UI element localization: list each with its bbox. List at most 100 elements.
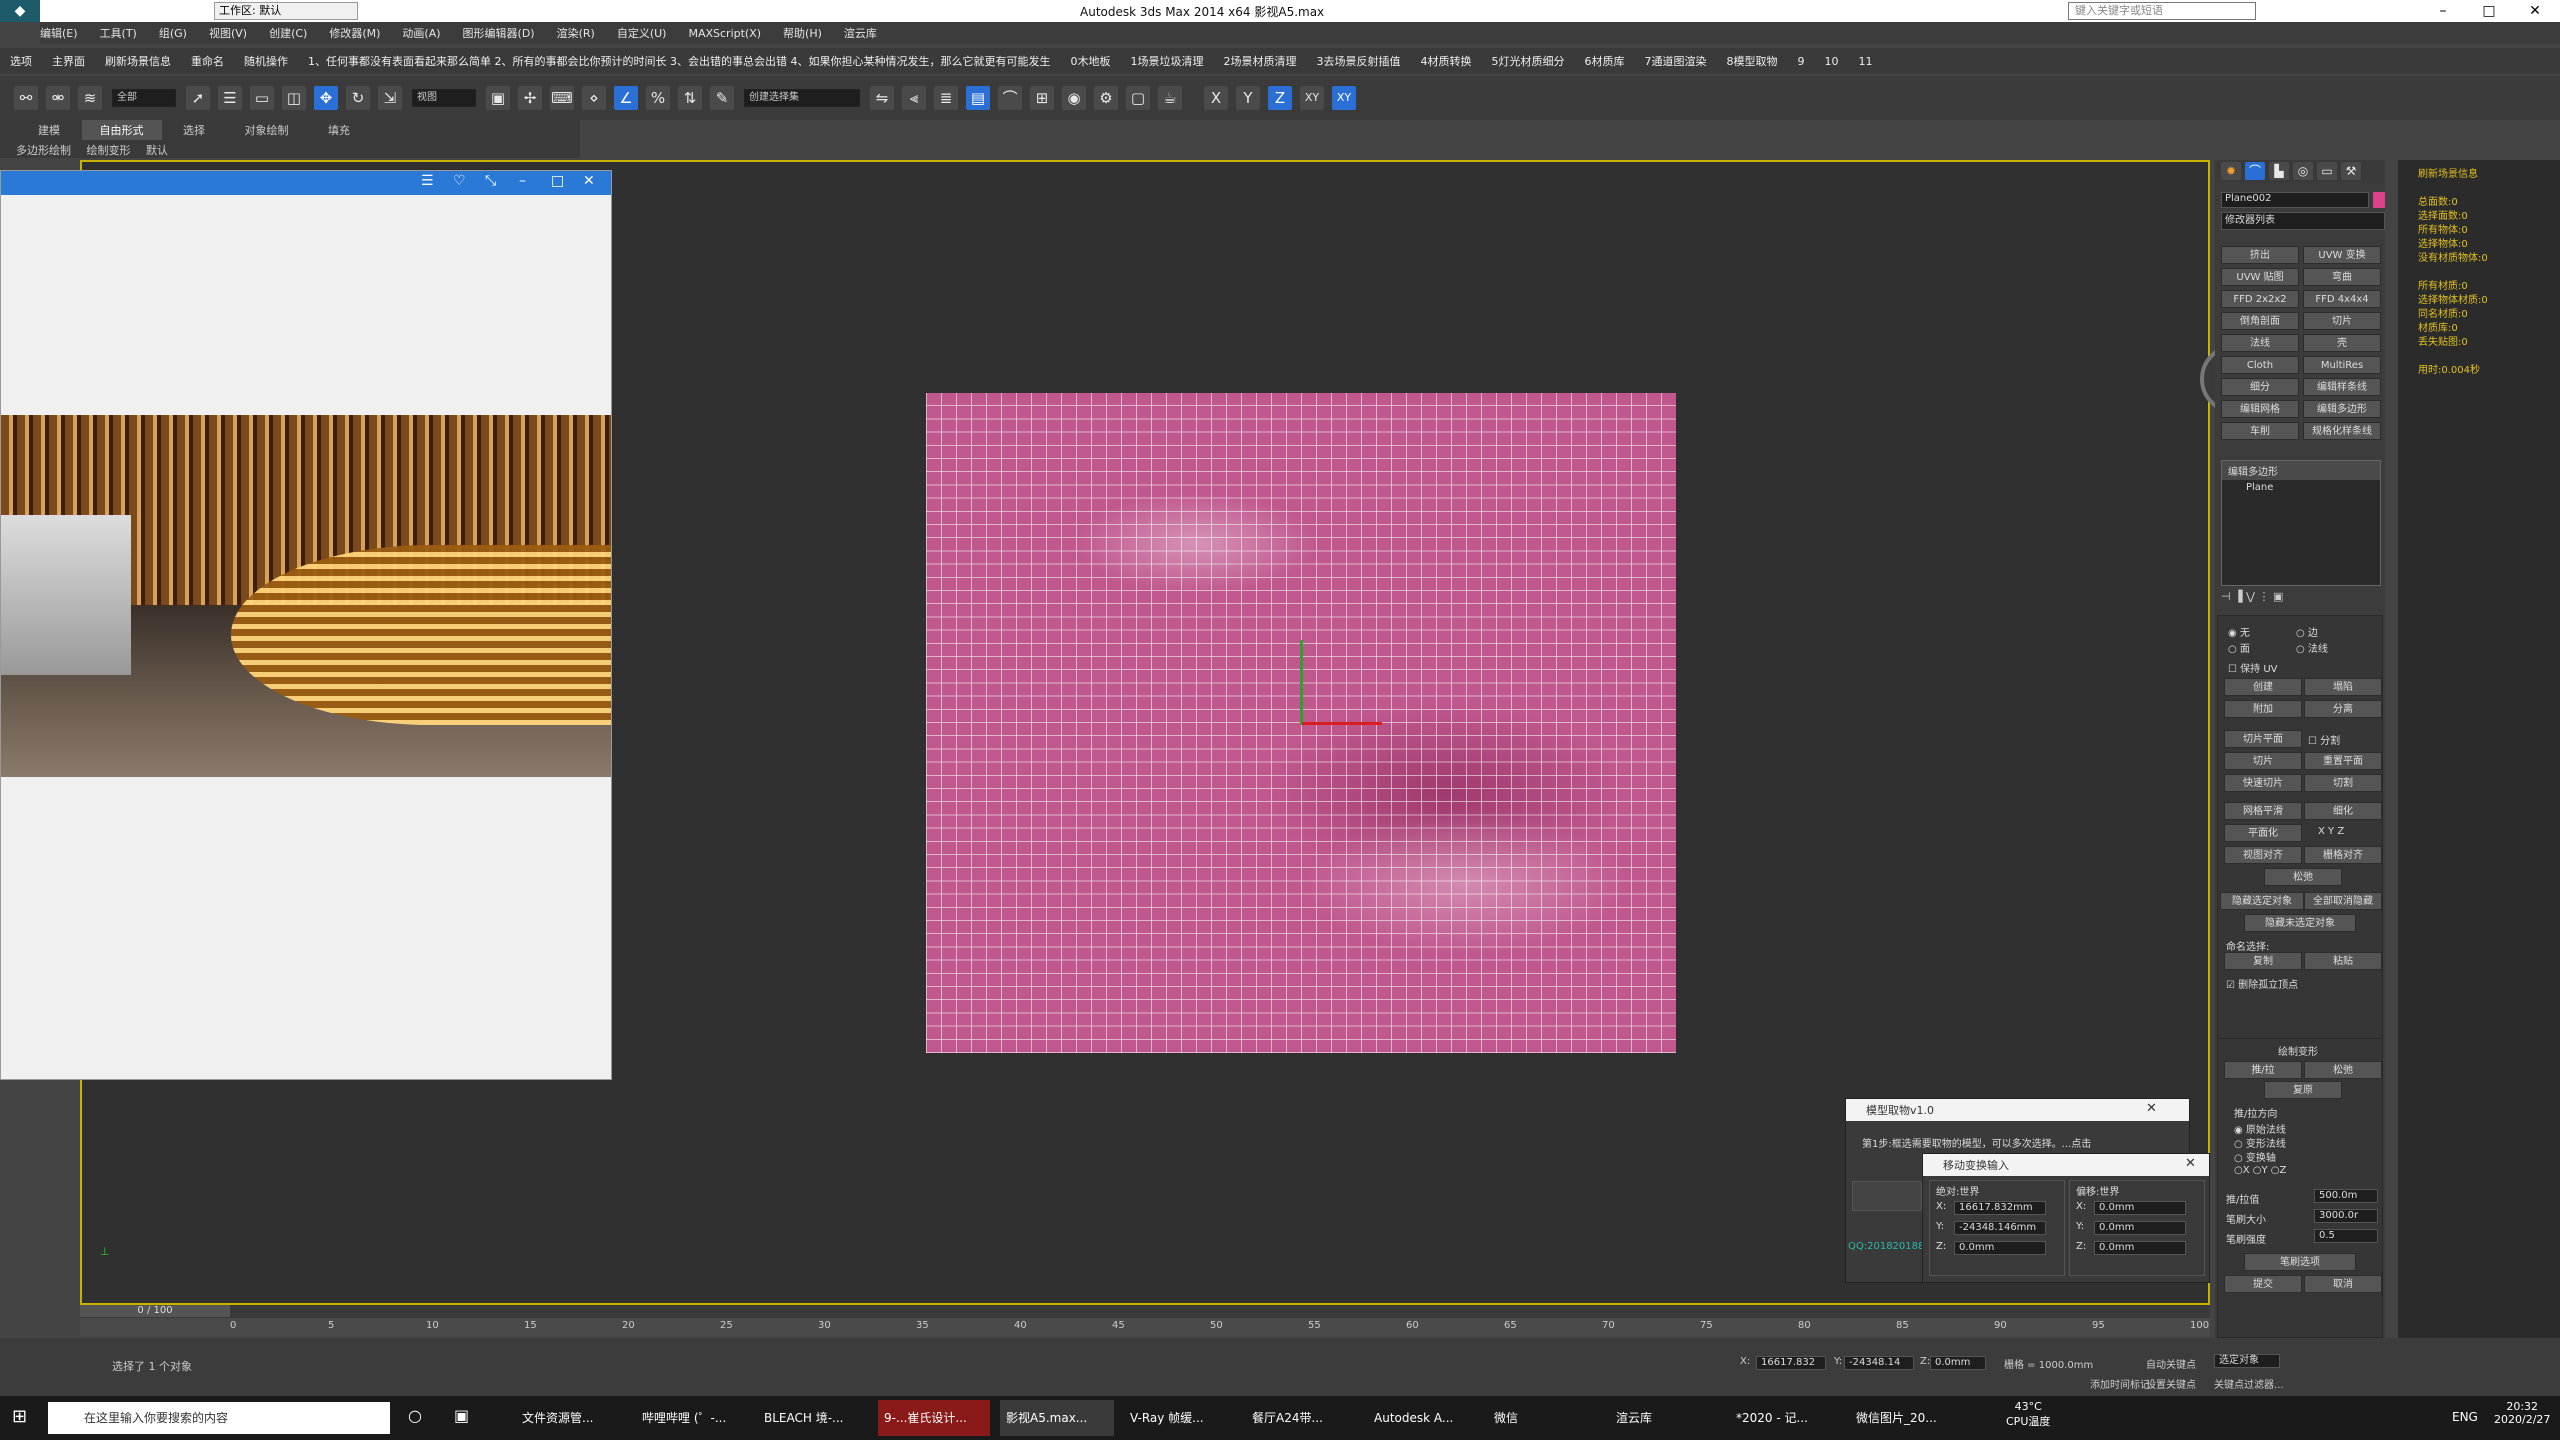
taskbar-3dsmax[interactable]: 影视A5.max... [1000, 1400, 1114, 1436]
menu-create[interactable]: 创建(C) [269, 25, 307, 41]
ribbon-default[interactable]: 默认 [140, 142, 174, 158]
taskbar-bleach[interactable]: BLEACH 境-... [758, 1400, 868, 1436]
radio-orig-normal[interactable]: ◉ 原始法线 [2234, 1121, 2286, 1136]
taskbar-wechat[interactable]: 微信 [1488, 1400, 1588, 1436]
rect-region-icon[interactable]: ▭ [250, 86, 274, 110]
radio-none[interactable]: ◉ 无 [2228, 624, 2250, 639]
modifier-button[interactable]: 弯曲 [2303, 268, 2381, 286]
modifier-button[interactable]: 切片 [2303, 312, 2381, 330]
image-viewer-titlebar[interactable]: ☰ ♡ ⤡ – □ ✕ [1, 171, 611, 195]
add-time-tag[interactable]: 添加时间标记 [2090, 1376, 2150, 1391]
transform-axis-options[interactable]: ○X ○Y ○Z [2234, 1165, 2286, 1176]
plugin-reflect-interp[interactable]: 3去场景反射插值 [1316, 53, 1400, 69]
modifier-button[interactable]: UVW 变换 [2303, 246, 2381, 264]
axis-xy-cycle-button[interactable]: XY [1332, 86, 1356, 110]
minimize-button[interactable]: – [2420, 0, 2466, 22]
plugin-11[interactable]: 11 [1858, 55, 1872, 68]
graphite-toggle-icon[interactable]: ▤ [966, 86, 990, 110]
cortana-icon[interactable]: ○ [408, 1406, 422, 1425]
set-key-button[interactable]: 设置关键点 [2146, 1376, 2196, 1391]
detach-button[interactable]: 分离 [2304, 700, 2382, 718]
ribbon-tab-object-paint[interactable]: 对象绘制 [227, 120, 307, 140]
planar-axes[interactable]: X Y Z [2318, 826, 2344, 837]
menu-tools[interactable]: 工具(T) [100, 25, 137, 41]
unlink-icon[interactable]: ⚮ [46, 86, 70, 110]
modifier-button[interactable]: 编辑样条线 [2303, 378, 2381, 396]
collapse-button[interactable]: 塌陷 [2304, 678, 2382, 696]
spinner-snap-icon[interactable]: ⇅ [678, 86, 702, 110]
edit-named-sel-icon[interactable]: ✎ [710, 86, 734, 110]
move-gizmo-x-axis[interactable] [1302, 722, 1382, 725]
link-icon[interactable]: ⚯ [14, 86, 38, 110]
delete-isolated-checkbox[interactable]: ☑ 删除孤立顶点 [2226, 976, 2298, 991]
workspace-select[interactable]: 工作区: 默认 [214, 2, 358, 20]
modifier-button[interactable]: 编辑网格 [2221, 400, 2299, 418]
abs-z-spinner[interactable]: 0.0mm [1954, 1241, 2046, 1255]
menu-rendering[interactable]: 渲染(R) [557, 25, 595, 41]
hide-unselected-button[interactable]: 隐藏未选定对象 [2244, 914, 2356, 932]
schematic-icon[interactable]: ⊞ [1030, 86, 1054, 110]
menu-customize[interactable]: 自定义(U) [617, 25, 667, 41]
taskbar-notepad[interactable]: *2020 - 记... [1730, 1400, 1840, 1436]
qq-link[interactable]: QQ:2018201888 [1848, 1241, 1931, 1252]
menu-graph-editors[interactable]: 图形编辑器(D) [463, 25, 535, 41]
modifier-button[interactable]: FFD 4x4x4 [2303, 290, 2381, 308]
ribbon-tab-modeling[interactable]: 建模 [20, 120, 78, 140]
viewer-maximize-icon[interactable]: □ [551, 173, 564, 189]
menu-views[interactable]: 视图(V) [209, 25, 247, 41]
transform-title[interactable]: 移动变换输入 [1923, 1154, 2209, 1176]
move-icon[interactable]: ✥ [314, 86, 338, 110]
modifier-stack[interactable]: 编辑多边形 Plane [2221, 460, 2381, 586]
info-line[interactable]: 刷新场景信息 [2418, 168, 2540, 182]
slice-plane-button[interactable]: 切片平面 [2224, 730, 2302, 748]
keyboard-shortcut-icon[interactable]: ⌨ [550, 86, 574, 110]
abs-x-spinner[interactable]: 16617.832mm [1954, 1201, 2046, 1215]
material-editor-icon[interactable]: ◉ [1062, 86, 1086, 110]
align-icon[interactable]: ⫷ [902, 86, 926, 110]
off-z-spinner[interactable]: 0.0mm [2094, 1241, 2186, 1255]
brush-options-button[interactable]: 笔刷选项 [2244, 1253, 2356, 1271]
modifier-button[interactable]: Cloth [2221, 356, 2299, 374]
input-language[interactable]: ENG [2452, 1410, 2478, 1424]
percent-snap-icon[interactable]: % [646, 86, 670, 110]
layer-icon[interactable]: ≣ [934, 86, 958, 110]
modifier-button[interactable]: 法线 [2221, 334, 2299, 352]
menu-edit[interactable]: 编辑(E) [40, 25, 78, 41]
auto-key-button[interactable]: 自动关键点 [2146, 1356, 2196, 1371]
key-filters-button[interactable]: 关键点过滤器... [2214, 1376, 2284, 1391]
radio-deformed-normal[interactable]: ○ 变形法线 [2234, 1135, 2286, 1150]
off-x-spinner[interactable]: 0.0mm [2094, 1201, 2186, 1215]
plugin-clean-scene[interactable]: 1场景垃圾清理 [1130, 53, 1203, 69]
plugin-light-subdiv[interactable]: 5灯光材质细分 [1491, 53, 1564, 69]
close-button[interactable]: ✕ [2512, 0, 2558, 22]
snap-icon[interactable]: ⋄ [582, 86, 606, 110]
stack-item-plane[interactable]: Plane [2222, 480, 2380, 495]
model-pick-button[interactable] [1852, 1181, 1922, 1211]
plugin-model-pick[interactable]: 8模型取物 [1726, 53, 1777, 69]
taskbar-explorer[interactable]: 文件资源管... [516, 1400, 624, 1436]
move-gizmo-y-axis[interactable] [1300, 640, 1303, 725]
make-planar-button[interactable]: 平面化 [2224, 824, 2302, 842]
viewer-close-icon[interactable]: ✕ [583, 173, 595, 189]
track-bar[interactable]: 0 5 10 15 20 25 30 35 40 45 50 55 60 65 70 75 80 85 90 95 10… [80, 1318, 2210, 1336]
transform-typein-dialog[interactable]: 移动变换输入 ✕ 绝对:世界 X: 16617.832mm Y: -24348.… [1922, 1153, 2210, 1283]
taskbar-bilibili[interactable]: 哔哩哔哩 (゜-... [636, 1400, 748, 1436]
axis-y-button[interactable]: Y [1236, 86, 1260, 110]
taskbar-clock[interactable]: 20:32 2020/2/27 [2494, 1400, 2550, 1426]
create-button[interactable]: 创建 [2224, 678, 2302, 696]
radio-normal[interactable]: ○ 法线 [2296, 640, 2328, 655]
render-setup-icon[interactable]: ⚙ [1094, 86, 1118, 110]
brush-strength-spinner[interactable]: 0.5 [2314, 1229, 2378, 1243]
modify-tab-icon[interactable]: ⌒ [2245, 162, 2265, 180]
render-teapot-icon[interactable]: ☕ [1158, 86, 1182, 110]
plugin-9[interactable]: 9 [1797, 55, 1804, 68]
push-value-spinner[interactable]: 500.0m [2314, 1189, 2378, 1203]
cut-button[interactable]: 切割 [2304, 774, 2382, 792]
off-y-spinner[interactable]: 0.0mm [2094, 1221, 2186, 1235]
taskbar-restaurant[interactable]: 餐厅A24带... [1246, 1400, 1358, 1436]
menu-icon[interactable]: ☰ [421, 173, 434, 189]
ribbon-poly-draw[interactable]: 多边形绘制 [10, 142, 77, 158]
plugin-main-ui[interactable]: 主界面 [52, 53, 85, 69]
task-view-icon[interactable]: ▣ [454, 1406, 469, 1425]
grid-align-button[interactable]: 栅格对齐 [2304, 846, 2382, 864]
